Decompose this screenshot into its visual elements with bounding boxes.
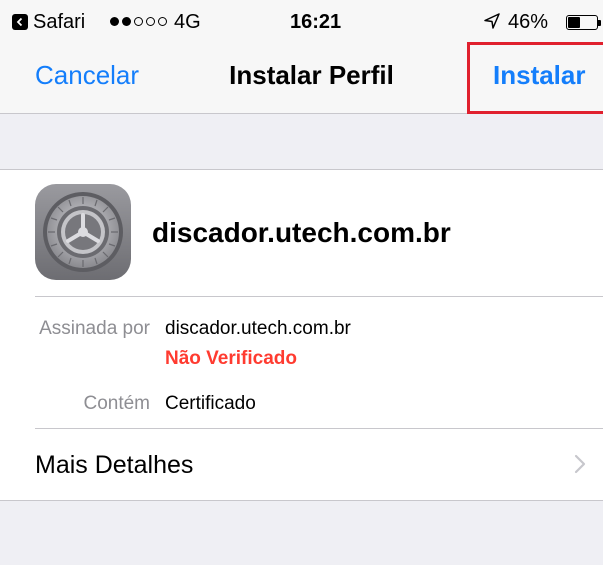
profile-name: discador.utech.com.br <box>152 217 451 248</box>
section-spacer <box>0 500 603 565</box>
battery-tip <box>598 20 601 26</box>
divider <box>35 296 603 297</box>
cancel-button[interactable]: Cancelar <box>35 60 139 91</box>
battery-icon <box>566 15 598 30</box>
signal-dot <box>122 17 131 26</box>
settings-gear-icon <box>35 184 131 280</box>
section-spacer <box>0 114 603 170</box>
battery-percent: 46% <box>508 11 549 33</box>
back-to-app-label[interactable]: Safari <box>33 11 85 34</box>
signal-dot <box>134 17 143 26</box>
status-bar: Safari 4G 16:21 46% <box>0 0 603 40</box>
back-to-app-icon[interactable] <box>12 14 28 30</box>
signed-by-label: Assinada por <box>39 318 150 339</box>
signal-dot <box>146 17 155 26</box>
signal-strength-icon <box>110 17 167 26</box>
location-arrow-icon <box>483 12 501 35</box>
battery-level <box>568 17 580 28</box>
network-type: 4G <box>174 11 201 33</box>
signal-dot <box>158 17 167 26</box>
more-details-label: Mais Detalhes <box>35 451 194 479</box>
verification-status: Não Verificado <box>165 348 297 369</box>
contains-label: Contém <box>83 393 150 414</box>
chevron-right-icon <box>574 454 586 479</box>
signed-by-value: discador.utech.com.br <box>165 318 351 339</box>
clock: 16:21 <box>290 11 342 33</box>
install-highlight-box <box>467 42 603 114</box>
contains-value: Certificado <box>165 393 256 414</box>
more-details-row[interactable]: Mais Detalhes <box>0 429 603 500</box>
page-title: Instalar Perfil <box>229 60 394 90</box>
signal-dot <box>110 17 119 26</box>
